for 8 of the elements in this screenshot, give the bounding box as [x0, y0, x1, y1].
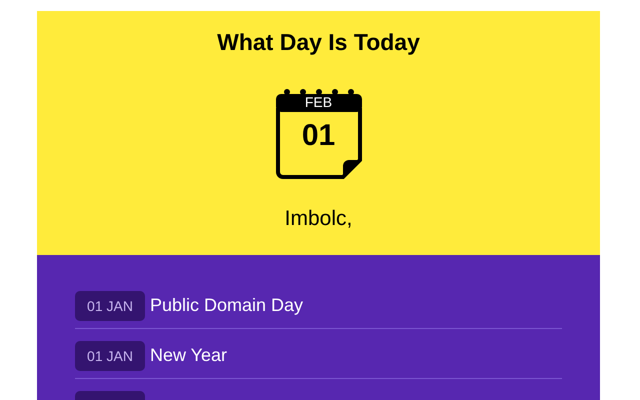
event-name: New Year: [150, 344, 228, 367]
page-title: What Day Is Today: [217, 28, 420, 57]
date-badge: 01 JAN: [75, 341, 145, 371]
calendar-day: 01: [272, 118, 364, 154]
holiday-name: Imbolc,: [284, 206, 352, 232]
date-badge: 01 JAN: [75, 291, 145, 321]
event-name: Public Domain Day: [150, 294, 304, 317]
calendar-month: FEB: [304, 93, 334, 111]
